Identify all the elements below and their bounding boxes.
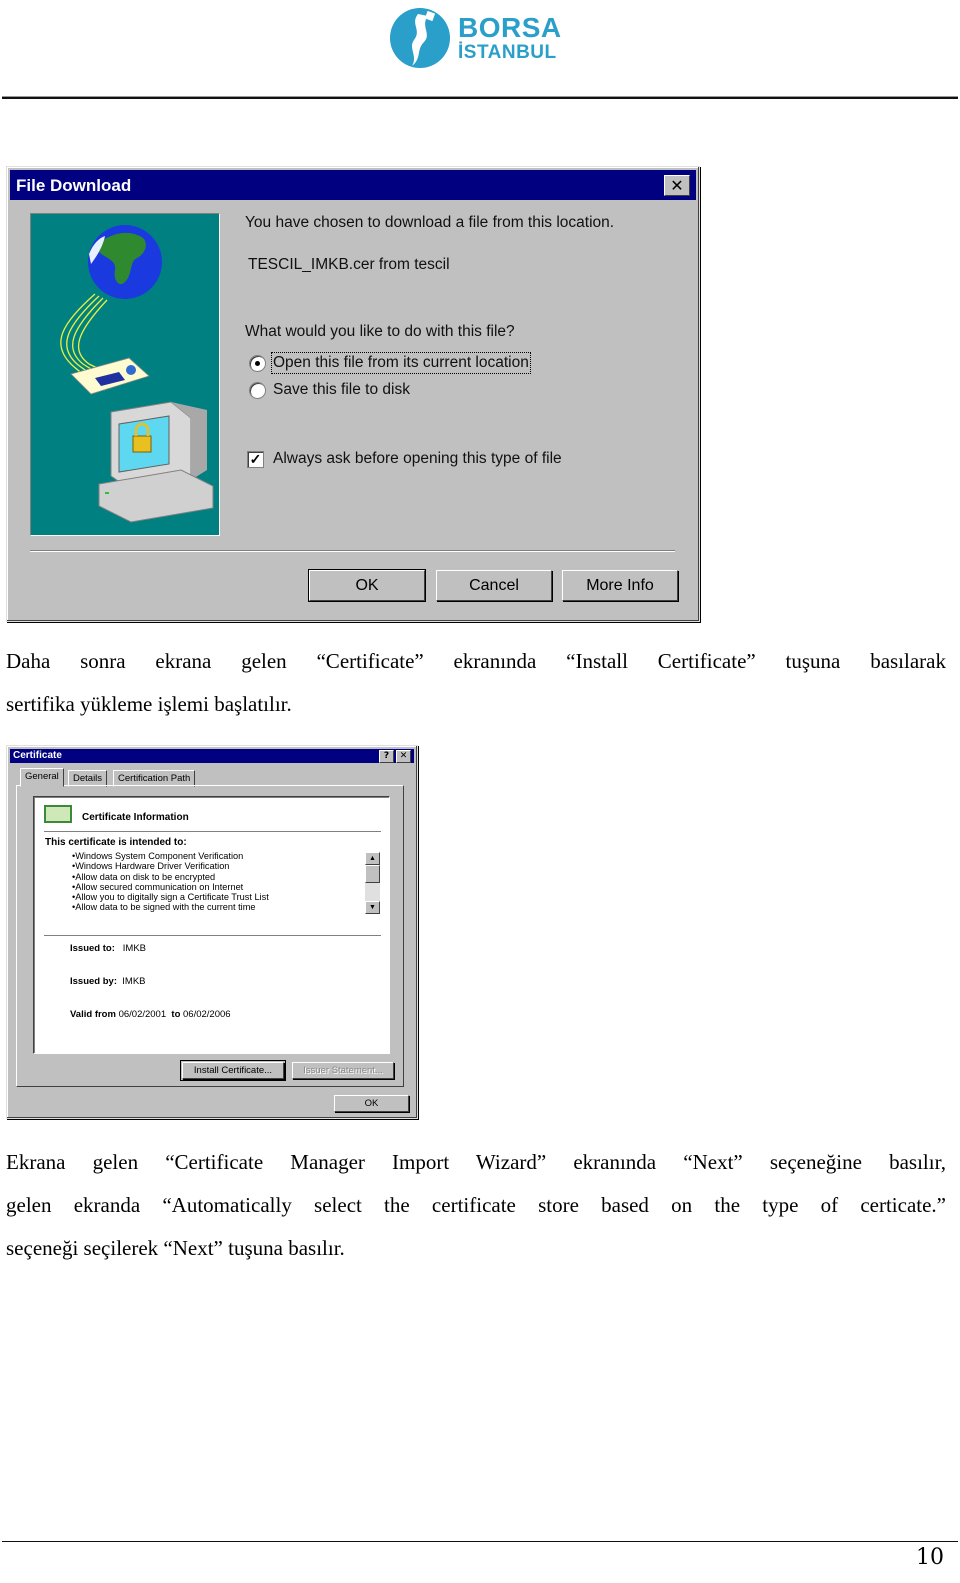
scroll-down-arrow-icon[interactable]: ▼ xyxy=(365,901,380,914)
paragraph-1-line-2: sertifika yükleme işlemi başlatılır. xyxy=(6,692,292,716)
close-button[interactable]: ✕ xyxy=(664,175,690,196)
certificate-icon xyxy=(44,805,72,823)
title-bar[interactable]: File Download ✕ xyxy=(10,170,696,200)
install-certificate-button[interactable]: Install Certificate... xyxy=(180,1060,286,1081)
certificate-info-box: Certificate Information This certificate… xyxy=(33,796,390,1054)
issued-to-value: IMKB xyxy=(122,943,147,954)
logo-text-istanbul: İSTANBUL xyxy=(458,42,557,63)
file-name-text: TESCIL_IMKB.cer from tescil xyxy=(248,256,450,273)
purpose-list: •Windows System Component Verification •… xyxy=(72,851,269,913)
intended-heading: This certificate is intended to: xyxy=(45,837,187,848)
purpose-item: •Allow secured communication on Internet xyxy=(72,881,244,892)
certificate-info-title: Certificate Information xyxy=(82,812,189,823)
globe-certificate-computer-illustration xyxy=(60,225,214,523)
checkmark-icon: ✓ xyxy=(249,451,262,467)
always-ask-label[interactable]: Always ask before opening this type of f… xyxy=(273,450,562,468)
paragraph-2-line-1: Ekrana gelen “Certificate Manager Import… xyxy=(6,1150,946,1174)
purpose-item: •Windows System Component Verification xyxy=(72,851,244,861)
details-divider xyxy=(44,935,381,936)
close-icon: ✕ xyxy=(670,176,684,195)
issuer-statement-button[interactable]: Issuer Statement... xyxy=(292,1062,394,1079)
dialog-separator xyxy=(30,550,675,552)
issued-by-label: Issued by: xyxy=(70,976,117,987)
file-download-dialog: File Download ✕ You have chosen to downl… xyxy=(6,166,700,622)
save-file-radio[interactable] xyxy=(249,382,266,399)
cancel-button[interactable]: Cancel xyxy=(436,570,552,601)
more-info-button[interactable]: More Info xyxy=(562,570,678,601)
save-file-option-label[interactable]: Save this file to disk xyxy=(273,381,410,399)
purpose-item: •Allow data on disk to be encrypted xyxy=(72,871,216,882)
certificate-dialog: Certificate ? ✕ General Details Certific… xyxy=(6,745,418,1119)
instruction-paragraph-1: Daha sonra ekrana gelen “Certificate” ek… xyxy=(6,640,946,726)
logo-text-borsa: BORSA xyxy=(458,12,562,43)
always-ask-checkbox[interactable]: ✓ xyxy=(247,451,264,468)
scroll-up-arrow-icon[interactable]: ▲ xyxy=(365,852,380,865)
page-number: 10 xyxy=(916,1545,944,1570)
action-question-text: What would you like to do with this file… xyxy=(245,323,515,340)
valid-from-label: Valid from xyxy=(70,1009,116,1020)
purpose-scrollbar[interactable]: ▲ ▼ xyxy=(365,852,380,914)
borsa-istanbul-logo: BORSA İSTANBUL xyxy=(388,6,568,72)
valid-to-value: 06/02/2006 xyxy=(183,1009,231,1020)
valid-from-value: 06/02/2001 xyxy=(118,1009,167,1020)
info-divider xyxy=(44,831,381,832)
logo-mark-icon xyxy=(390,8,450,68)
paragraph-2-line-3: seçeneği seçilerek “Next” tuşuna basılır… xyxy=(6,1236,345,1260)
computer-icon xyxy=(98,401,214,523)
tab-general[interactable]: General xyxy=(20,768,64,787)
ok-button[interactable]: OK xyxy=(308,569,426,602)
open-file-radio[interactable] xyxy=(249,355,266,372)
valid-to-label: to xyxy=(171,1009,181,1020)
download-intro-text: You have chosen to download a file from … xyxy=(245,214,615,231)
dialog-title: File Download xyxy=(16,176,132,195)
paragraph-2-line-2: gelen ekranda “Automatically select the … xyxy=(6,1193,946,1217)
close-button[interactable]: ✕ xyxy=(396,750,411,763)
purpose-item: •Windows Hardware Driver Verification xyxy=(72,861,230,872)
issued-to-label: Issued to: xyxy=(70,943,115,954)
purpose-item: •Allow you to digitally sign a Certifica… xyxy=(72,892,269,903)
help-icon: ? xyxy=(383,751,390,761)
download-illustration xyxy=(30,213,220,536)
general-tab-panel: Certificate Information This certificate… xyxy=(16,785,404,1087)
header-divider xyxy=(2,96,958,99)
instruction-paragraph-2: Ekrana gelen “Certificate Manager Import… xyxy=(6,1141,946,1270)
paragraph-1-line-1: Daha sonra ekrana gelen “Certificate” ek… xyxy=(6,649,946,673)
issued-by-value: IMKB xyxy=(122,976,146,987)
issued-to-row: Issued to: IMKB xyxy=(70,943,146,954)
help-button[interactable]: ? xyxy=(379,750,394,763)
purpose-item: •Allow data to be signed with the curren… xyxy=(72,902,256,913)
validity-row: Valid from 06/02/2001 to 06/02/2006 xyxy=(70,1009,231,1020)
issued-by-row: Issued by: IMKB xyxy=(70,976,146,987)
dialog-title: Certificate xyxy=(13,750,62,761)
globe-icon xyxy=(88,225,162,299)
close-icon: ✕ xyxy=(399,751,408,761)
ok-button[interactable]: OK xyxy=(334,1095,409,1112)
scroll-thumb[interactable] xyxy=(365,865,380,883)
title-bar[interactable]: Certificate ? ✕ xyxy=(10,749,414,763)
open-file-option-label[interactable]: Open this file from its current location xyxy=(271,352,531,374)
footer-divider xyxy=(2,1541,958,1542)
